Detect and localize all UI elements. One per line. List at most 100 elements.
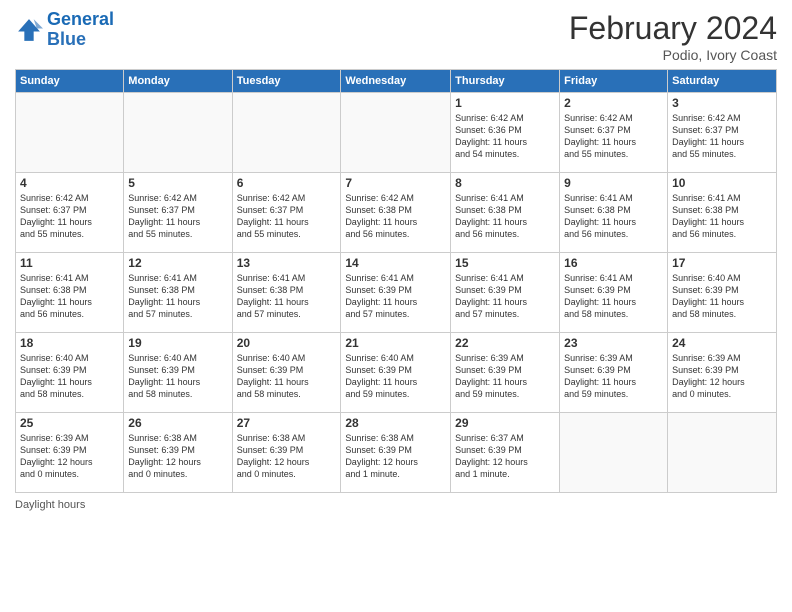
calendar-cell-4-4: 29 Sunrise: 6:37 AMSunset: 6:39 PMDayligh… [451,413,560,493]
day-info: Sunrise: 6:42 AMSunset: 6:37 PMDaylight:… [672,112,772,161]
week-row-1: 1 Sunrise: 6:42 AMSunset: 6:36 PMDaylight… [16,93,777,173]
day-number: 29 [455,416,555,430]
calendar-cell-3-1: 19Sunrise: 6:40 AMSunset: 6:39 PMDayligh… [124,333,232,413]
logo: General Blue [15,10,114,50]
title-block: February 2024 Podio, Ivory Coast [569,10,777,63]
day-info: Sunrise: 6:41 AMSunset: 6:39 PMDaylight:… [564,272,663,321]
calendar-cell-2-2: 13 Sunrise: 6:41 AMSunset: 6:38 PMDayligh… [232,253,341,333]
day-info: Sunrise: 6:38 AMSunset: 6:39 PMDaylight:… [128,432,227,481]
day-info: Sunrise: 6:39 AMSunset: 6:39 PMDaylight:… [455,352,555,401]
calendar-table: SundayMondayTuesdayWednesdayThursdayFrid… [15,69,777,493]
calendar-cell-0-5: 2Sunrise: 6:42 AMSunset: 6:37 PMDaylight… [560,93,668,173]
calendar-cell-0-6: 3 Sunrise: 6:42 AMSunset: 6:37 PMDaylight… [668,93,777,173]
day-info: Sunrise: 6:38 AMSunset: 6:39 PMDaylight:… [345,432,446,481]
calendar-cell-0-4: 1 Sunrise: 6:42 AMSunset: 6:36 PMDaylight… [451,93,560,173]
calendar-cell-4-6 [668,413,777,493]
day-info: Sunrise: 6:37 AMSunset: 6:39 PMDaylight:… [455,432,555,481]
day-number: 17 [672,256,772,270]
page: General Blue February 2024 Podio, Ivory … [0,0,792,612]
calendar-cell-4-1: 26 Sunrise: 6:38 AMSunset: 6:39 PMDayligh… [124,413,232,493]
day-number: 3 [672,96,772,110]
day-number: 15 [455,256,555,270]
day-number: 25 [20,416,119,430]
day-number: 28 [345,416,446,430]
logo-text: General Blue [47,10,114,50]
day-number: 2 [564,96,663,110]
calendar-cell-1-4: 8 Sunrise: 6:41 AMSunset: 6:38 PMDaylight… [451,173,560,253]
day-info: Sunrise: 6:40 AMSunset: 6:39 PMDaylight:… [237,352,337,401]
calendar-cell-3-4: 22 Sunrise: 6:39 AMSunset: 6:39 PMDayligh… [451,333,560,413]
calendar-cell-4-5 [560,413,668,493]
day-info: Sunrise: 6:42 AMSunset: 6:36 PMDaylight:… [455,112,555,161]
week-row-3: 11 Sunrise: 6:41 AMSunset: 6:38 PMDayligh… [16,253,777,333]
subtitle: Podio, Ivory Coast [569,47,777,63]
day-info: Sunrise: 6:40 AMSunset: 6:39 PMDaylight:… [345,352,446,401]
day-number: 23 [564,336,663,350]
footer: Daylight hours [15,499,777,511]
day-info: Sunrise: 6:41 AMSunset: 6:39 PMDaylight:… [345,272,446,321]
calendar-cell-4-3: 28 Sunrise: 6:38 AMSunset: 6:39 PMDayligh… [341,413,451,493]
day-number: 7 [345,176,446,190]
header-monday: Monday [124,70,232,93]
day-info: Sunrise: 6:41 AMSunset: 6:39 PMDaylight:… [455,272,555,321]
calendar-cell-0-2 [232,93,341,173]
day-info: Sunrise: 6:41 AMSunset: 6:38 PMDaylight:… [455,192,555,241]
day-number: 14 [345,256,446,270]
day-info: Sunrise: 6:42 AMSunset: 6:37 PMDaylight:… [20,192,119,241]
week-row-2: 4Sunrise: 6:42 AMSunset: 6:37 PMDaylight… [16,173,777,253]
footer-label: Daylight hours [15,499,85,511]
header-tuesday: Tuesday [232,70,341,93]
header-saturday: Saturday [668,70,777,93]
day-info: Sunrise: 6:41 AMSunset: 6:38 PMDaylight:… [237,272,337,321]
day-number: 24 [672,336,772,350]
day-number: 8 [455,176,555,190]
day-number: 20 [237,336,337,350]
calendar-cell-2-6: 17 Sunrise: 6:40 AMSunset: 6:39 PMDayligh… [668,253,777,333]
calendar-cell-3-3: 21 Sunrise: 6:40 AMSunset: 6:39 PMDayligh… [341,333,451,413]
calendar-cell-2-5: 16Sunrise: 6:41 AMSunset: 6:39 PMDayligh… [560,253,668,333]
calendar-cell-4-0: 25 Sunrise: 6:39 AMSunset: 6:39 PMDayligh… [16,413,124,493]
day-number: 5 [128,176,227,190]
header: General Blue February 2024 Podio, Ivory … [15,10,777,63]
header-wednesday: Wednesday [341,70,451,93]
day-number: 22 [455,336,555,350]
day-number: 11 [20,256,119,270]
week-row-5: 25 Sunrise: 6:39 AMSunset: 6:39 PMDayligh… [16,413,777,493]
day-info: Sunrise: 6:40 AMSunset: 6:39 PMDaylight:… [128,352,227,401]
day-info: Sunrise: 6:40 AMSunset: 6:39 PMDaylight:… [20,352,119,401]
day-number: 6 [237,176,337,190]
calendar-cell-3-5: 23 Sunrise: 6:39 AMSunset: 6:39 PMDayligh… [560,333,668,413]
day-number: 1 [455,96,555,110]
day-number: 21 [345,336,446,350]
day-info: Sunrise: 6:41 AMSunset: 6:38 PMDaylight:… [20,272,119,321]
day-info: Sunrise: 6:42 AMSunset: 6:38 PMDaylight:… [345,192,446,241]
calendar-cell-0-1 [124,93,232,173]
calendar-cell-1-3: 7 Sunrise: 6:42 AMSunset: 6:38 PMDaylight… [341,173,451,253]
day-number: 27 [237,416,337,430]
day-info: Sunrise: 6:39 AMSunset: 6:39 PMDaylight:… [564,352,663,401]
calendar-cell-1-5: 9 Sunrise: 6:41 AMSunset: 6:38 PMDaylight… [560,173,668,253]
day-number: 13 [237,256,337,270]
calendar-cell-1-6: 10 Sunrise: 6:41 AMSunset: 6:38 PMDayligh… [668,173,777,253]
day-info: Sunrise: 6:39 AMSunset: 6:39 PMDaylight:… [20,432,119,481]
day-number: 26 [128,416,227,430]
logo-icon [15,16,43,44]
day-info: Sunrise: 6:41 AMSunset: 6:38 PMDaylight:… [128,272,227,321]
header-thursday: Thursday [451,70,560,93]
day-number: 10 [672,176,772,190]
day-info: Sunrise: 6:41 AMSunset: 6:38 PMDaylight:… [672,192,772,241]
calendar-cell-2-0: 11 Sunrise: 6:41 AMSunset: 6:38 PMDayligh… [16,253,124,333]
calendar-cell-3-0: 18Sunrise: 6:40 AMSunset: 6:39 PMDayligh… [16,333,124,413]
calendar-cell-4-2: 27Sunrise: 6:38 AMSunset: 6:39 PMDayligh… [232,413,341,493]
day-number: 9 [564,176,663,190]
header-sunday: Sunday [16,70,124,93]
day-info: Sunrise: 6:39 AMSunset: 6:39 PMDaylight:… [672,352,772,401]
calendar-cell-3-6: 24 Sunrise: 6:39 AMSunset: 6:39 PMDayligh… [668,333,777,413]
week-row-4: 18Sunrise: 6:40 AMSunset: 6:39 PMDayligh… [16,333,777,413]
calendar-cell-0-3 [341,93,451,173]
header-friday: Friday [560,70,668,93]
calendar-cell-3-2: 20 Sunrise: 6:40 AMSunset: 6:39 PMDayligh… [232,333,341,413]
month-title: February 2024 [569,10,777,47]
day-info: Sunrise: 6:41 AMSunset: 6:38 PMDaylight:… [564,192,663,241]
day-info: Sunrise: 6:40 AMSunset: 6:39 PMDaylight:… [672,272,772,321]
